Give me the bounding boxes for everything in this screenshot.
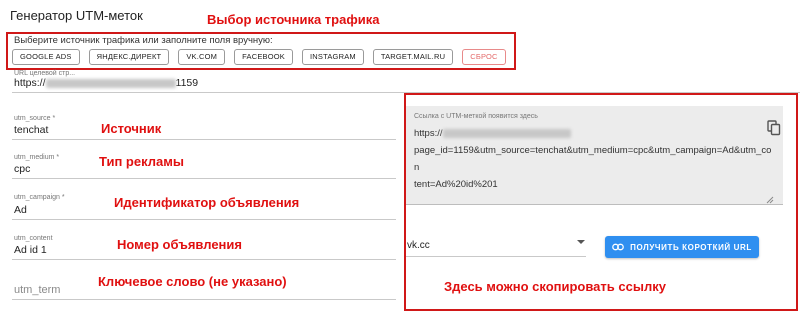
utm-term-underline: [12, 299, 396, 300]
shortener-select[interactable]: vk.cc: [407, 240, 430, 251]
page-title: Генератор UTM-меток: [10, 8, 143, 23]
url-field-value-start: https://: [14, 77, 46, 89]
annotation-keyword: Ключевое слово (не указано): [98, 274, 287, 289]
utm-campaign-input[interactable]: Ad: [14, 204, 27, 216]
utm-content-input[interactable]: Ad id 1: [14, 244, 47, 256]
utm-medium-underline: [12, 178, 396, 179]
source-button-instagram[interactable]: INSTAGRAM: [302, 49, 364, 65]
utm-source-input[interactable]: tenchat: [14, 124, 48, 136]
url-field-label: URL целевой стр...: [14, 70, 76, 77]
utm-content-label: utm_content: [14, 235, 53, 242]
annotation-copy-here: Здесь можно скопировать ссылку: [444, 279, 666, 294]
source-button-facebook[interactable]: FACEBOOK: [234, 49, 294, 65]
copy-icon[interactable]: [767, 120, 781, 136]
result-line1-start: https://: [414, 128, 443, 139]
blurred-domain: [442, 128, 571, 138]
source-button-google-ads[interactable]: GOOGLE ADS: [12, 49, 80, 65]
shortener-select-underline: [406, 256, 586, 257]
annotation-traffic-source: Выбор источника трафика: [207, 12, 380, 27]
result-label: Ссылка с UTM-меткой появится здесь: [414, 113, 538, 120]
blurred-url: [45, 78, 176, 88]
link-icon: [612, 243, 625, 251]
utm-content-underline: [12, 259, 396, 260]
utm-campaign-label: utm_campaign *: [14, 194, 65, 201]
source-button-target-mail[interactable]: TARGET.MAIL.RU: [372, 49, 454, 65]
get-short-url-button[interactable]: ПОЛУЧИТЬ КОРОТКИЙ URL: [605, 236, 759, 258]
url-field-value-end: 1159: [175, 77, 199, 89]
annotation-ad-id: Идентификатор объявления: [114, 195, 300, 210]
dropdown-arrow-icon[interactable]: [577, 240, 585, 244]
result-line3: tent=Ad%20id%201: [414, 179, 498, 190]
utm-source-label: utm_source *: [14, 115, 56, 122]
annotation-ad-number: Номер объявления: [117, 237, 242, 252]
annotation-ad-type: Тип рекламы: [99, 154, 184, 169]
utm-campaign-underline: [12, 219, 396, 220]
source-picker-hint: Выберите источник трафика или заполните …: [14, 35, 273, 46]
annotation-source: Источник: [101, 121, 162, 136]
resize-handle-icon[interactable]: [766, 196, 774, 204]
utm-source-underline: [12, 139, 396, 140]
result-line2: page_id=1159&utm_source=tenchat&utm_medi…: [414, 145, 772, 173]
get-short-url-label: ПОЛУЧИТЬ КОРОТКИЙ URL: [630, 242, 752, 252]
reset-button[interactable]: СБРОС: [462, 49, 506, 65]
source-button-yandex-direct[interactable]: ЯНДЕКС.ДИРЕКТ: [88, 49, 170, 65]
result-link[interactable]: https:// page_id=1159&utm_source=tenchat…: [414, 125, 774, 193]
utm-medium-label: utm_medium *: [14, 154, 60, 161]
utm-medium-input[interactable]: cpc: [14, 163, 30, 175]
source-button-vk[interactable]: VK.COM: [178, 49, 226, 65]
utm-term-input[interactable]: utm_term: [14, 284, 60, 296]
url-field[interactable]: https:// 1159: [14, 77, 198, 89]
source-buttons: GOOGLE ADS ЯНДЕКС.ДИРЕКТ VK.COM FACEBOOK…: [12, 49, 506, 65]
